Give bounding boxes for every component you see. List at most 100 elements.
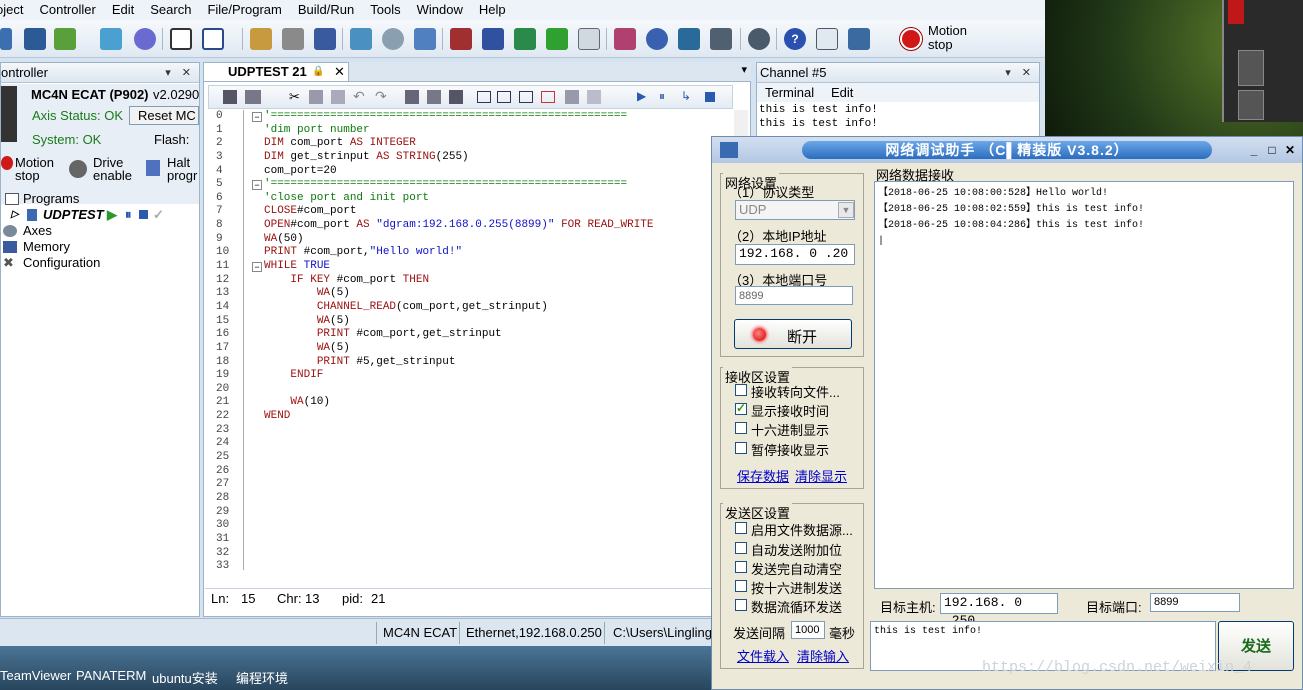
channel-controls-icon[interactable]: ▾ ✕	[1005, 63, 1035, 83]
arrow-icon[interactable]	[0, 28, 12, 50]
tree-axes[interactable]: Axes	[1, 223, 199, 239]
help-icon[interactable]: ?	[784, 28, 806, 50]
channel-menu-edit[interactable]: Edit	[831, 83, 853, 102]
terminal-icon[interactable]	[202, 28, 224, 50]
tree-configuration[interactable]: ✖ Configuration	[1, 255, 199, 271]
pause-icon[interactable]: ⏸	[125, 207, 132, 223]
chart-icon[interactable]	[314, 28, 336, 50]
cut-icon[interactable]: ✂	[289, 89, 300, 105]
target-host-field[interactable]: 192.168. 0 .250	[940, 593, 1058, 628]
copy-icon[interactable]	[309, 90, 323, 104]
menu-search[interactable]: Search	[142, 0, 199, 20]
motion-stop-small-icon[interactable]	[1, 156, 13, 170]
loop-send-checkbox[interactable]	[735, 599, 747, 611]
vr-icon[interactable]	[646, 28, 668, 50]
halt-program-icon[interactable]	[146, 160, 160, 176]
graph-icon[interactable]	[578, 28, 600, 50]
crosshair-icon[interactable]	[414, 28, 436, 50]
format-icon[interactable]	[565, 90, 579, 104]
menu-project[interactable]: oject	[0, 0, 31, 20]
panel-controls-icon[interactable]: ▾ ✕	[165, 63, 195, 83]
clear-input-link[interactable]: 清除输入	[797, 646, 849, 665]
transfer-icon[interactable]	[54, 28, 76, 50]
panel-halt-program[interactable]: Halt progr	[167, 156, 197, 182]
paste-icon[interactable]	[331, 90, 345, 104]
file-load-link[interactable]: 文件载入	[737, 646, 789, 665]
tab-dropdown-icon[interactable]: ▾	[741, 63, 747, 76]
interval-input[interactable]: 1000	[791, 621, 825, 639]
hex-display-checkbox[interactable]	[735, 422, 747, 434]
clear-display-link[interactable]: 清除显示	[795, 466, 847, 485]
pause-display-checkbox[interactable]	[735, 442, 747, 454]
monitor-icon[interactable]	[848, 28, 870, 50]
tab-udptest[interactable]: UDPTEST 21 🔒 ✕	[203, 62, 349, 81]
run-icon[interactable]: ▶	[107, 207, 117, 223]
step-run-icon[interactable]: ▶	[637, 89, 646, 103]
step-stop-icon[interactable]	[705, 92, 715, 102]
tree-programs[interactable]: Programs	[1, 191, 199, 207]
clear-bookmark-icon[interactable]	[541, 91, 555, 103]
recv-area[interactable]: 【2018-06-25 10:08:00:528】Hello world! 【2…	[874, 181, 1294, 589]
hex-send-checkbox[interactable]	[735, 580, 747, 592]
target-port-field[interactable]: 8899	[1150, 593, 1240, 612]
io-icon[interactable]	[282, 28, 304, 50]
indent-icon[interactable]	[405, 90, 419, 104]
clock-icon[interactable]	[134, 28, 156, 50]
sync-icon[interactable]	[100, 28, 122, 50]
taskbar-panaterm[interactable]: PANATERM	[76, 668, 146, 683]
grid-icon[interactable]	[614, 28, 636, 50]
panel-motion-stop[interactable]: Motion stop	[15, 156, 54, 182]
bookmark-icon[interactable]	[477, 91, 491, 103]
append-bit-checkbox[interactable]	[735, 542, 747, 554]
menu-window[interactable]: Window	[409, 0, 471, 20]
reset-mc-button[interactable]: Reset MC	[129, 106, 199, 125]
close-icon[interactable]: ✕	[1282, 142, 1298, 158]
menu-build-run[interactable]: Build/Run	[290, 0, 362, 20]
code-area[interactable]: '=======================================…	[264, 110, 734, 570]
fold-toggle-icon[interactable]: −	[252, 262, 262, 272]
fold-toggle-icon[interactable]: −	[252, 180, 262, 190]
step-over-icon[interactable]: ↳	[681, 89, 691, 103]
stop-square-icon[interactable]	[139, 210, 148, 219]
undo-icon[interactable]: ↶	[353, 88, 365, 105]
tree-program-udptest[interactable]: ▷ UDPTEST ▶ ⏸ ✓	[1, 207, 199, 223]
drive-enable-icon[interactable]	[69, 160, 87, 178]
panel-icon[interactable]	[710, 28, 732, 50]
gear-icon[interactable]	[382, 28, 404, 50]
redo-icon[interactable]: ↷	[375, 88, 387, 105]
doc-help-icon[interactable]	[816, 28, 838, 50]
print-icon[interactable]	[245, 90, 261, 104]
minimize-icon[interactable]: _	[1246, 142, 1262, 158]
window-icon[interactable]	[170, 28, 192, 50]
local-port-field[interactable]: 8899	[735, 286, 853, 305]
comment-icon[interactable]	[497, 91, 511, 103]
cube-icon[interactable]	[350, 28, 372, 50]
disconnect-button[interactable]: 断开	[734, 319, 852, 349]
replace-icon[interactable]	[449, 90, 463, 104]
editor-save-icon[interactable]	[223, 90, 237, 104]
expand-icon[interactable]: ▷	[11, 207, 19, 223]
save-icon[interactable]	[24, 28, 46, 50]
panel-drive-enable[interactable]: Drive enable	[93, 156, 132, 182]
save-data-link[interactable]: 保存数据	[737, 466, 789, 485]
local-ip-field[interactable]: 192.168. 0 .20	[735, 244, 855, 265]
taskbar-ide[interactable]: 编程环境	[236, 668, 288, 687]
motion-stop-button[interactable]: Motion stop	[898, 23, 988, 55]
fold-toggle-icon[interactable]: −	[252, 112, 262, 122]
taskbar-ubuntu[interactable]: ubuntu安装	[152, 668, 218, 687]
find-icon[interactable]	[427, 90, 441, 104]
menu-edit[interactable]: Edit	[104, 0, 142, 20]
menu-tools[interactable]: Tools	[362, 0, 408, 20]
file-source-checkbox[interactable]	[735, 522, 747, 534]
recv-to-file-checkbox[interactable]	[735, 384, 747, 396]
show-recv-time-checkbox[interactable]	[735, 401, 747, 415]
channel-menu-terminal[interactable]: Terminal	[765, 83, 814, 102]
uncomment-icon[interactable]	[519, 91, 533, 103]
tree-memory[interactable]: Memory	[1, 239, 199, 255]
list-icon[interactable]	[546, 28, 568, 50]
wave-icon[interactable]	[482, 28, 504, 50]
protocol-select[interactable]: UDP ▼	[735, 200, 855, 220]
outline-icon[interactable]	[587, 90, 601, 104]
settings-gear-icon[interactable]	[748, 28, 770, 50]
table-icon[interactable]	[514, 28, 536, 50]
